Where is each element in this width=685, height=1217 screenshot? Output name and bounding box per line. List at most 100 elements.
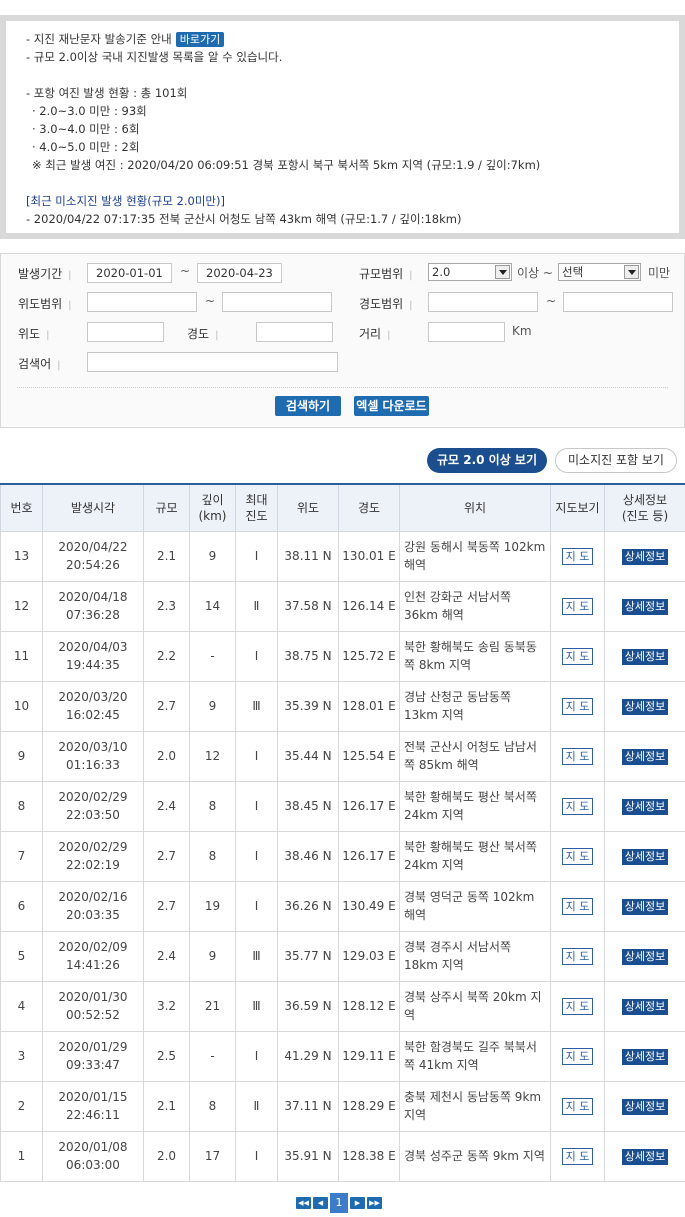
lat-input[interactable] [87, 322, 164, 342]
map-view-button[interactable]: 지 도 [561, 598, 594, 615]
excel-download-button[interactable]: 엑셀 다운로드 [354, 396, 429, 416]
detail-info-button[interactable]: 상세정보 [621, 849, 669, 865]
magnitude: 2.7 [143, 680, 190, 732]
location: 경북 영덕군 동쪽 102km 해역 [399, 880, 551, 932]
row-number: 8 [0, 780, 43, 832]
magnitude: 2.1 [143, 1080, 190, 1132]
detail-cell: 상세정보 [604, 830, 685, 882]
date-from-input[interactable] [87, 263, 172, 283]
longitude: 130.01 E [338, 530, 400, 582]
occurred-time: 2020/04/03 19:44:35 [42, 630, 144, 682]
magnitude: 2.7 [143, 830, 190, 882]
search-button[interactable]: 검색하기 [275, 396, 341, 416]
occurred-date: 2020/04/18 [58, 590, 128, 604]
occurred-date: 2020/01/08 [58, 1140, 128, 1154]
max-intensity: Ⅰ [235, 880, 278, 932]
occurred-date: 2020/02/29 [58, 790, 128, 804]
detail-info-button[interactable]: 상세정보 [621, 799, 669, 815]
detail-info-button[interactable]: 상세정보 [621, 649, 669, 665]
longitude: 128.12 E [338, 980, 400, 1032]
map-view-button[interactable]: 지 도 [561, 948, 594, 965]
location: 강원 동해시 북동쪽 102km 해역 [399, 530, 551, 582]
latitude: 38.11 N [277, 530, 339, 582]
detail-cell: 상세정보 [604, 630, 685, 682]
latitude: 35.77 N [277, 930, 339, 982]
magnitude-below-label: 미만 [648, 266, 671, 280]
occurred-time: 2020/01/08 06:03:00 [42, 1130, 144, 1182]
latitude: 36.26 N [277, 880, 339, 932]
latitude: 38.45 N [277, 780, 339, 832]
prev-page-button[interactable]: ◀ [313, 1197, 328, 1209]
occurred-clock: 06:03:00 [66, 1158, 120, 1172]
column-header: 깊이 (km) [189, 483, 236, 532]
detail-info-button[interactable]: 상세정보 [621, 1099, 669, 1115]
occurred-clock: 19:44:35 [66, 658, 120, 672]
notice-line-range-3-4: · 3.0~4.0 미만 : 6회 [32, 122, 140, 136]
max-intensity: Ⅲ [235, 980, 278, 1032]
location: 북한 함경북도 길주 북북서쪽 41km 지역 [399, 1030, 551, 1082]
magnitude: 2.0 [143, 1130, 190, 1182]
occurred-time: 2020/02/29 22:02:19 [42, 830, 144, 882]
current-page[interactable]: 1 [330, 1193, 348, 1213]
lon-to-input[interactable] [563, 292, 673, 312]
max-intensity: Ⅱ [235, 580, 278, 632]
notice-line-recent-aftershock: ※ 최근 발생 여진 : 2020/04/20 06:09:51 경북 포항시 … [32, 158, 541, 172]
latitude: 35.39 N [277, 680, 339, 732]
last-page-button[interactable]: ▶▶ [367, 1197, 382, 1209]
map-view-button[interactable]: 지 도 [561, 898, 594, 915]
map-view-button[interactable]: 지 도 [561, 548, 594, 565]
micro-quake-view-button[interactable]: 미소지진 포함 보기 [555, 448, 677, 473]
table-row: 4 2020/01/30 00:52:52 3.2 21 Ⅲ 36.59 N 128.12 E… [0, 980, 685, 1032]
lon-from-input[interactable] [428, 292, 538, 312]
magnitude: 2.3 [143, 580, 190, 632]
map-view-button[interactable]: 지 도 [561, 1098, 594, 1115]
detail-info-button[interactable]: 상세정보 [621, 699, 669, 715]
search-form: 발생기간| ~ 규모범위| 2.0 이상 ~ 선택 미만 위도범위| ~ 경도범… [0, 253, 685, 428]
occurred-date: 2020/01/29 [58, 1040, 128, 1054]
map-view-button[interactable]: 지 도 [561, 648, 594, 665]
detail-info-button[interactable]: 상세정보 [621, 1049, 669, 1065]
lat-to-input[interactable] [222, 292, 332, 312]
map-view-button[interactable]: 지 도 [561, 798, 594, 815]
lon-input[interactable] [256, 322, 333, 342]
detail-info-button[interactable]: 상세정보 [621, 999, 669, 1015]
magnitude-2-view-button[interactable]: 규모 2.0 이상 보기 [427, 448, 547, 473]
map-view-button[interactable]: 지 도 [561, 848, 594, 865]
table-header-row: 번호 발생시각 규모 깊이 (km) 최대 진도 위도 경도 위치 지도보기 상세정보 (진도 등) [0, 483, 685, 532]
shortcut-button[interactable]: 바로가기 [175, 32, 225, 47]
keyword-input[interactable] [87, 352, 338, 372]
map-view-button[interactable]: 지 도 [561, 698, 594, 715]
distance-input[interactable] [428, 322, 505, 342]
location: 전북 군산시 어청도 남남서쪽 85km 해역 [399, 730, 551, 782]
detail-info-button[interactable]: 상세정보 [621, 949, 669, 965]
map-view-button[interactable]: 지 도 [561, 748, 594, 765]
detail-info-button[interactable]: 상세정보 [621, 749, 669, 765]
magnitude-to-select[interactable]: 선택 [558, 263, 641, 281]
detail-info-button[interactable]: 상세정보 [621, 899, 669, 915]
map-view-button[interactable]: 지 도 [561, 1148, 594, 1165]
date-to-input[interactable] [197, 263, 282, 283]
column-header: 최대 진도 [235, 483, 278, 532]
table-row: 11 2020/04/03 19:44:35 2.2- Ⅰ 38.75 N 125.72 E… [0, 630, 685, 682]
map-view-button[interactable]: 지 도 [561, 998, 594, 1015]
location: 충북 제천시 동남동쪽 9km 지역 [399, 1080, 551, 1132]
first-page-button[interactable]: ◀◀ [296, 1197, 311, 1209]
detail-info-button[interactable]: 상세정보 [621, 549, 669, 565]
lat-from-input[interactable] [87, 292, 197, 312]
detail-info-button[interactable]: 상세정보 [621, 599, 669, 615]
detail-info-button[interactable]: 상세정보 [621, 1149, 669, 1165]
next-page-button[interactable]: ▶ [350, 1197, 365, 1209]
occurred-time: 2020/01/30 00:52:52 [42, 980, 144, 1032]
latitude: 37.58 N [277, 580, 339, 632]
lat-tilde: ~ [205, 294, 216, 308]
map-view-button[interactable]: 지 도 [561, 1048, 594, 1065]
longitude: 128.29 E [338, 1080, 400, 1132]
table-row: 6 2020/02/16 20:03:35 2.7 19 Ⅰ 36.26 N 130.49 E… [0, 880, 685, 932]
micro-quake-line: - 2020/04/22 07:17:35 전북 군산시 어청도 남쪽 43km… [26, 212, 462, 226]
magnitude: 2.7 [143, 880, 190, 932]
longitude: 129.11 E [338, 1030, 400, 1082]
magnitude-from-select[interactable]: 2.0 [428, 263, 512, 281]
depth: 8 [189, 830, 236, 882]
map-cell: 지 도 [550, 1080, 605, 1132]
depth: - [189, 1030, 236, 1082]
